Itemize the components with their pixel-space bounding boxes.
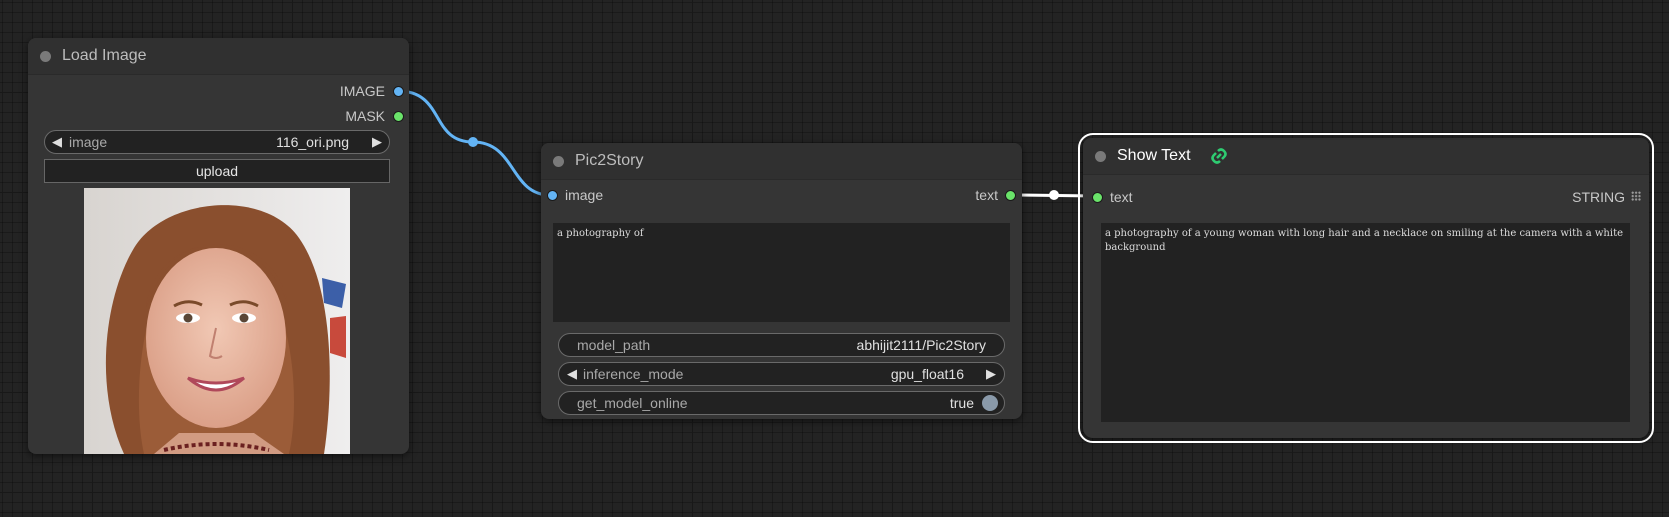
output-label-image: IMAGE — [339, 83, 385, 99]
model-path-field[interactable]: model_path abhijit2111/Pic2Story — [558, 333, 1005, 357]
input-slot-image[interactable] — [547, 190, 558, 201]
collapse-dot-icon[interactable] — [1095, 151, 1106, 162]
next-arrow-icon[interactable]: ▶ — [986, 366, 996, 382]
inference-mode-label: inference_mode — [583, 366, 684, 382]
node-title: Pic2Story — [575, 152, 644, 169]
pic2story-node[interactable]: Pic2Story image text a photography of mo… — [541, 143, 1022, 419]
output-slot-image[interactable] — [393, 86, 404, 97]
output-textarea[interactable]: a photography of a young woman with long… — [1101, 223, 1630, 422]
load-image-node[interactable]: Load Image IMAGE MASK ◀ image 116_ori.pn… — [28, 38, 409, 454]
link-chain-icon — [1211, 148, 1227, 164]
output-label-mask: MASK — [345, 108, 385, 124]
collapse-dot-icon[interactable] — [40, 51, 51, 62]
grid-icon — [1631, 191, 1641, 201]
inference-mode-value: gpu_float16 — [890, 366, 964, 382]
input-label-text: text — [1110, 189, 1133, 205]
upload-button-label: upload — [195, 163, 239, 179]
output-slot-text[interactable] — [1005, 190, 1016, 201]
upload-button[interactable]: upload — [44, 159, 390, 183]
pic2story-title-bar[interactable]: Pic2Story — [541, 143, 1022, 180]
text-link-midpoint[interactable] — [1049, 190, 1059, 200]
next-arrow-icon[interactable]: ▶ — [372, 134, 382, 150]
input-slot-text[interactable] — [1092, 192, 1103, 203]
model-path-label: model_path — [577, 337, 651, 353]
model-path-value: abhijit2111/Pic2Story — [856, 337, 986, 353]
show-text-node[interactable]: Show Text text STRING a photography of a… — [1078, 133, 1654, 443]
image-combo[interactable]: ◀ image 116_ori.png ▶ — [44, 130, 390, 154]
get-model-online-label: get_model_online — [577, 395, 688, 411]
output-label-text: text — [975, 187, 998, 203]
toggle-knob-icon[interactable] — [982, 395, 998, 411]
show-text-title-bar[interactable]: Show Text — [1083, 138, 1649, 175]
get-model-online-value: true — [949, 395, 974, 411]
type-label-string: STRING — [1572, 189, 1625, 205]
node-title: Load Image — [62, 47, 147, 64]
collapse-dot-icon[interactable] — [553, 156, 564, 167]
prev-arrow-icon[interactable]: ◀ — [52, 134, 62, 150]
image-preview — [84, 188, 350, 454]
image-combo-label: image — [69, 134, 108, 150]
node-title: Show Text — [1117, 147, 1191, 164]
image-link-midpoint[interactable] — [468, 137, 478, 147]
input-label-image: image — [565, 187, 604, 203]
image-link — [397, 89, 551, 197]
inference-mode-combo[interactable]: ◀ inference_mode gpu_float16 ▶ — [558, 362, 1005, 386]
load-image-title-bar[interactable]: Load Image — [28, 38, 409, 75]
prompt-textarea[interactable]: a photography of — [553, 223, 1010, 322]
prev-arrow-icon[interactable]: ◀ — [567, 366, 577, 382]
output-slot-mask[interactable] — [393, 111, 404, 122]
get-model-online-toggle[interactable]: get_model_online true — [558, 391, 1005, 415]
image-combo-value: 116_ori.png — [276, 134, 349, 150]
